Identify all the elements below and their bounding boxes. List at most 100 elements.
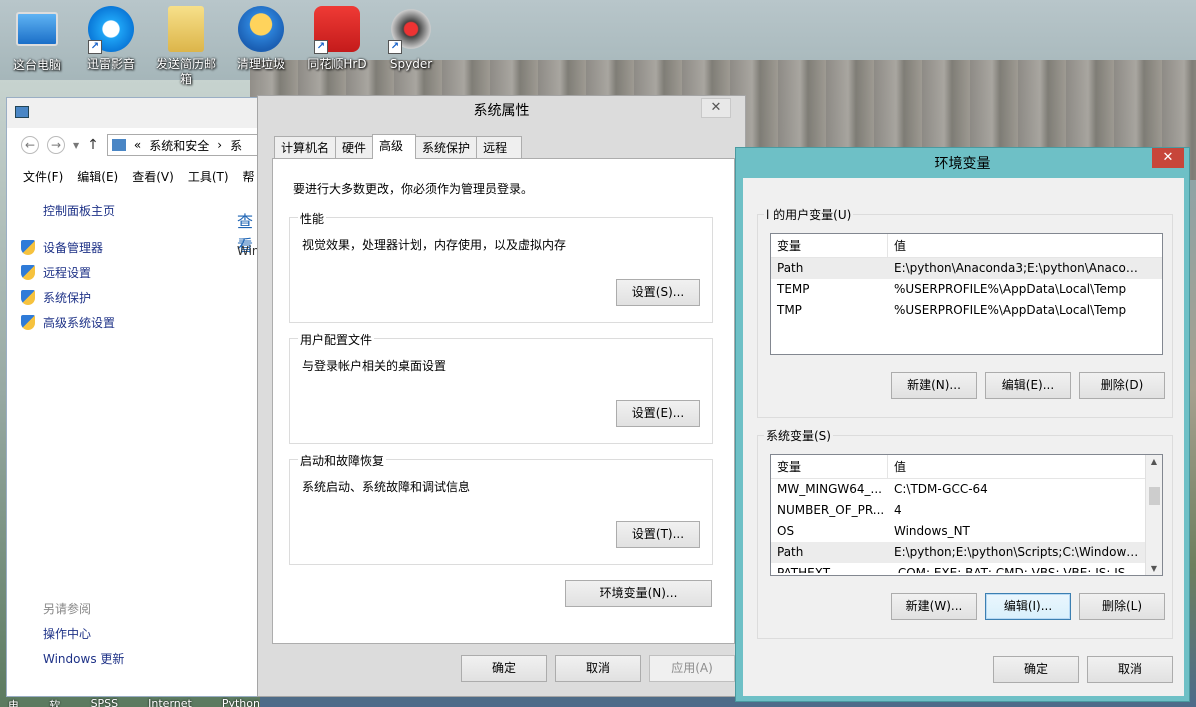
variable-value: C:\TDM-GCC-64 bbox=[894, 482, 988, 496]
environment-variables-button[interactable]: 环境变量(N)... bbox=[565, 580, 712, 607]
xunlei-player-icon: ↗ bbox=[88, 6, 134, 54]
list-item[interactable]: Path E:\python;E:\python\Scripts;C:\Wind… bbox=[771, 542, 1162, 563]
user-delete-button[interactable]: 删除(D) bbox=[1079, 372, 1165, 399]
desktop-icon-label: 这台电脑 bbox=[12, 58, 61, 72]
tab-advanced[interactable]: 高级 bbox=[372, 134, 417, 159]
list-item[interactable]: Path E:\python\Anaconda3;E:\python\Anaco… bbox=[771, 258, 1162, 279]
group-title: 性能 bbox=[298, 210, 327, 227]
scroll-down-icon[interactable]: ▼ bbox=[1146, 564, 1162, 573]
column-header-variable[interactable]: 变量 bbox=[771, 455, 888, 478]
back-icon[interactable]: ← bbox=[21, 136, 39, 154]
group-description: 视觉效果，处理器计划，内存使用，以及虚拟内存 bbox=[302, 238, 567, 252]
tab-hardware[interactable]: 硬件 bbox=[335, 136, 374, 159]
action-center-link[interactable]: 操作中心 bbox=[43, 625, 91, 642]
group-description: 系统启动、系统故障和调试信息 bbox=[302, 480, 471, 494]
list-item[interactable]: OS Windows_NT bbox=[771, 521, 1162, 542]
desktop-icon-label: 迅雷影音 bbox=[86, 57, 135, 71]
list-item[interactable]: TEMP %USERPROFILE%\AppData\Local\Temp bbox=[771, 279, 1162, 300]
desktop-icon-resume-folder[interactable]: 发送简历邮箱 bbox=[154, 4, 218, 87]
tab-system-protection[interactable]: 系统保护 bbox=[415, 136, 478, 159]
column-header-variable[interactable]: 变量 bbox=[771, 234, 888, 257]
nav-system-protection[interactable]: 系统保护 bbox=[21, 285, 115, 310]
column-header-value[interactable]: 值 bbox=[888, 455, 906, 478]
apply-button[interactable]: 应用(A) bbox=[649, 655, 735, 682]
menu-file[interactable]: 文件(F) bbox=[23, 168, 63, 185]
column-header-value[interactable]: 值 bbox=[888, 234, 906, 257]
list-item[interactable]: PATHEXT .COM;.EXE;.BAT;.CMD;.VBS;.VBE;.J… bbox=[771, 563, 1162, 573]
menu-edit[interactable]: 编辑(E) bbox=[77, 168, 118, 185]
desktop-label-cut[interactable]: Internet bbox=[148, 697, 192, 707]
forward-icon[interactable]: → bbox=[47, 136, 65, 154]
cancel-button[interactable]: 取消 bbox=[555, 655, 641, 682]
address-separator[interactable]: › bbox=[217, 138, 222, 152]
windows-update-link[interactable]: Windows 更新 bbox=[43, 650, 124, 667]
scroll-up-icon[interactable]: ▲ bbox=[1146, 457, 1162, 466]
nav-item-label: 高级系统设置 bbox=[43, 316, 116, 330]
ok-button[interactable]: 确定 bbox=[461, 655, 547, 682]
list-item[interactable]: MW_MINGW64_... C:\TDM-GCC-64 bbox=[771, 479, 1162, 500]
address-input[interactable]: « 系统和安全 › 系 bbox=[106, 134, 267, 156]
uac-shield-icon bbox=[21, 240, 35, 255]
address-crumb-system-security[interactable]: 系统和安全 bbox=[149, 137, 209, 154]
close-icon[interactable]: ✕ bbox=[701, 98, 731, 118]
desktop-label-cut[interactable]: Python bbox=[222, 697, 260, 707]
variable-value: .COM;.EXE;.BAT;.CMD;.VBS;.VBE;.JS;.JSE;.… bbox=[894, 566, 1142, 573]
system-delete-button[interactable]: 删除(L) bbox=[1079, 593, 1165, 620]
variable-value: E:\python;E:\python\Scripts;C:\Windows\.… bbox=[894, 545, 1142, 559]
desktop-label-cut[interactable]: 软件管理 bbox=[49, 697, 60, 707]
ok-button[interactable]: 确定 bbox=[993, 656, 1079, 683]
menu-help[interactable]: 帮 bbox=[243, 168, 255, 185]
system-variables-list[interactable]: 变量 值 MW_MINGW64_... C:\TDM-GCC-64 NUMBER… bbox=[770, 454, 1163, 576]
startup-recovery-settings-button[interactable]: 设置(T)... bbox=[616, 521, 700, 548]
tab-computer-name[interactable]: 计算机名 bbox=[274, 136, 337, 159]
tab-remote[interactable]: 远程 bbox=[476, 136, 523, 159]
address-overflow[interactable]: « bbox=[134, 138, 141, 152]
nav-advanced-system-settings[interactable]: 高级系统设置 bbox=[21, 310, 115, 335]
recent-dropdown-icon[interactable]: ▼ bbox=[73, 141, 79, 150]
up-icon[interactable]: ↑ bbox=[87, 137, 99, 153]
list-header: 变量 值 bbox=[771, 455, 1162, 479]
menu-view[interactable]: 查看(V) bbox=[132, 168, 174, 185]
shortcut-arrow-icon: ↗ bbox=[88, 40, 102, 54]
close-icon[interactable]: ✕ bbox=[1152, 148, 1184, 168]
desktop-icon-this-pc[interactable]: 这台电脑 bbox=[5, 4, 69, 73]
menu-tools[interactable]: 工具(T) bbox=[188, 168, 229, 185]
nav-remote-settings[interactable]: 远程设置 bbox=[21, 260, 115, 285]
address-bar-row: ← → ▼ ↑ « 系统和安全 › 系 bbox=[7, 132, 267, 158]
control-panel-home-link[interactable]: 控制面板主页 bbox=[43, 202, 115, 219]
user-profiles-settings-button[interactable]: 设置(E)... bbox=[616, 400, 700, 427]
desktop-icon-cleanup[interactable]: 清理垃圾 bbox=[229, 4, 293, 72]
spyder-icon: ↗ bbox=[388, 6, 434, 54]
variable-name: Path bbox=[777, 261, 804, 275]
system-new-button[interactable]: 新建(W)... bbox=[891, 593, 977, 620]
system-variables-group: 系统变量(S) 变量 值 MW_MINGW64_... C:\TDM-GCC-6… bbox=[757, 427, 1173, 639]
control-panel-titlebar bbox=[7, 98, 267, 128]
desktop-bottom-labels: 电脑管家 软件管理 SPSS Internet Python bbox=[0, 697, 260, 707]
list-scrollbar[interactable]: ▲ ▼ bbox=[1145, 455, 1162, 575]
list-item[interactable]: TMP %USERPROFILE%\AppData\Local\Temp bbox=[771, 300, 1162, 321]
cleanup-broom-icon bbox=[238, 6, 284, 52]
tab-strip: 计算机名 硬件 高级 系统保护 远程 bbox=[274, 134, 523, 159]
user-edit-button[interactable]: 编辑(E)... bbox=[985, 372, 1071, 399]
computer-icon bbox=[16, 12, 58, 46]
desktop-icon-spyder[interactable]: ↗ Spyder bbox=[379, 4, 443, 72]
group-title: 用户配置文件 bbox=[298, 331, 375, 348]
user-new-button[interactable]: 新建(N)... bbox=[891, 372, 977, 399]
cancel-button[interactable]: 取消 bbox=[1087, 656, 1173, 683]
desktop-label-cut[interactable]: 电脑管家 bbox=[8, 697, 19, 707]
see-also-heading: 另请参阅 bbox=[43, 602, 92, 616]
variable-name: TMP bbox=[777, 303, 802, 317]
performance-settings-button[interactable]: 设置(S)... bbox=[616, 279, 700, 306]
nav-device-manager[interactable]: 设备管理器 bbox=[21, 235, 115, 260]
desktop-icon-tonghuashun[interactable]: ↗ 同花顺HrD bbox=[305, 4, 369, 72]
system-edit-button[interactable]: 编辑(I)... bbox=[985, 593, 1071, 620]
scroll-thumb[interactable] bbox=[1149, 487, 1160, 505]
desktop-label-cut[interactable]: SPSS bbox=[91, 697, 119, 707]
address-crumb-system[interactable]: 系 bbox=[230, 137, 242, 154]
desktop-icon-xunlei[interactable]: ↗ 迅雷影音 bbox=[79, 4, 143, 72]
list-item[interactable]: NUMBER_OF_PR... 4 bbox=[771, 500, 1162, 521]
variable-name: PATHEXT bbox=[777, 566, 831, 573]
variable-value: %USERPROFILE%\AppData\Local\Temp bbox=[894, 303, 1127, 317]
startup-recovery-group: 启动和故障恢复 系统启动、系统故障和调试信息 设置(T)... bbox=[289, 452, 713, 565]
user-variables-list[interactable]: 变量 值 Path E:\python\Anaconda3;E:\python\… bbox=[770, 233, 1163, 355]
